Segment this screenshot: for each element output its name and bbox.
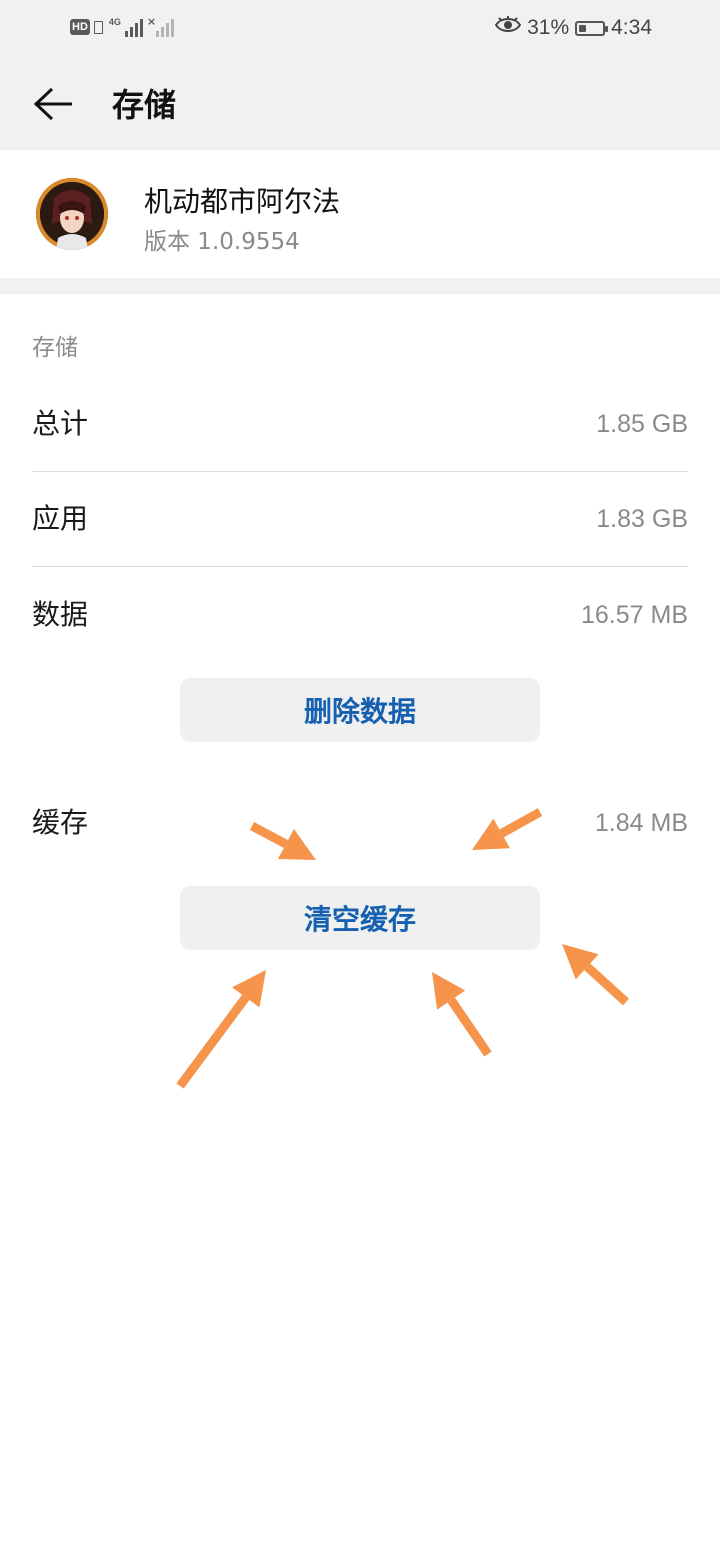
storage-row-total: 总计 1.85 GB	[32, 376, 688, 472]
hd-icon: HD	[70, 19, 90, 35]
app-version: 版本 1.0.9554	[144, 229, 300, 255]
annotation-arrow-shaft	[584, 963, 630, 1006]
storage-row-cache: 缓存 1.84 MB	[32, 775, 688, 871]
signal-strength-icon	[124, 17, 143, 37]
battery-icon	[575, 20, 609, 36]
eye-comfort-icon	[494, 16, 522, 40]
delete-data-button[interactable]: 删除数据	[180, 678, 540, 742]
sim-card-icon	[93, 20, 103, 34]
row-value: 1.84 MB	[594, 809, 688, 837]
page-title: 存储	[112, 86, 177, 124]
annotation-arrow-head	[432, 972, 466, 1010]
annotation-arrow-shaft	[447, 997, 492, 1057]
row-label: 应用	[32, 502, 89, 535]
no-signal-x-icon: ×	[146, 14, 157, 28]
section-divider	[0, 278, 720, 294]
row-value: 1.85 GB	[596, 410, 688, 438]
row-label: 总计	[32, 407, 89, 440]
app-info-card: 机动都市阿尔法 版本 1.0.9554	[0, 150, 720, 278]
status-right-icons: 31% 4:34	[494, 14, 652, 42]
app-icon	[36, 178, 108, 250]
row-value: 16.57 MB	[580, 601, 688, 629]
app-bar: 存储	[0, 56, 720, 150]
app-name: 机动都市阿尔法	[144, 185, 341, 218]
row-value: 1.83 GB	[596, 505, 688, 533]
row-label: 数据	[32, 598, 89, 631]
row-label: 缓存	[32, 806, 89, 839]
status-time: 4:34	[611, 16, 652, 39]
annotation-arrow-head	[562, 944, 599, 980]
back-button[interactable]	[26, 76, 82, 132]
storage-row-data: 数据 16.57 MB	[32, 567, 688, 663]
status-bar: HD 4G × 31% 4:34	[0, 0, 720, 56]
battery-fill	[579, 24, 587, 32]
clear-cache-button[interactable]: 清空缓存	[180, 886, 540, 950]
status-left-icons: HD 4G ×	[70, 14, 175, 40]
storage-section-title: 存储	[32, 335, 78, 361]
signal-strength-secondary-icon	[156, 17, 175, 37]
back-arrow-icon	[34, 87, 72, 121]
battery-percent: 31%	[527, 16, 570, 39]
annotation-arrow-head	[232, 970, 266, 1008]
storage-row-app: 应用 1.83 GB	[32, 471, 688, 567]
annotation-arrow-shaft	[176, 994, 250, 1089]
network-type-label: 4G	[108, 17, 121, 27]
